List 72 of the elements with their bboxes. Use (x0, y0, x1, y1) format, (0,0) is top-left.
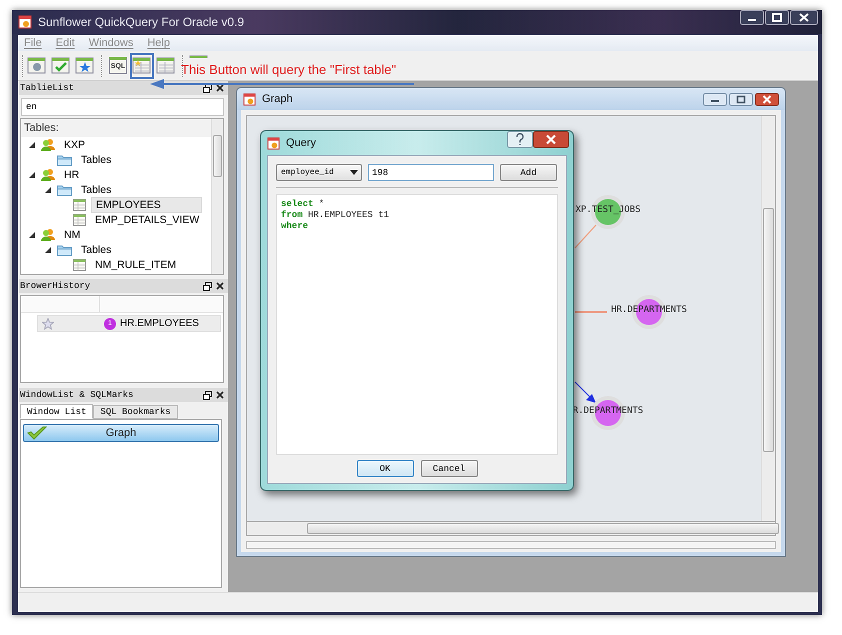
window-icon (27, 56, 47, 76)
expand-arrow-icon[interactable] (29, 232, 35, 238)
expand-arrow-icon[interactable] (45, 246, 51, 252)
window-icon (156, 56, 176, 76)
tree-item[interactable]: NM (60, 228, 84, 242)
float-icon[interactable] (203, 390, 212, 400)
tab[interactable]: SQL Bookmarks (93, 405, 178, 419)
window-list-item[interactable]: Graph (23, 424, 219, 442)
float-icon[interactable] (203, 84, 212, 92)
column-dropdown[interactable]: employee_id (276, 164, 362, 181)
folder-icon (57, 184, 72, 196)
dropdown-arrow-icon (350, 170, 358, 175)
annotation-text: This Button will query the "First table" (181, 62, 396, 77)
table-icon (73, 258, 86, 270)
close-icon[interactable] (216, 282, 224, 290)
app-icon (267, 136, 280, 150)
tree-item[interactable]: HR (60, 168, 84, 182)
ok-button[interactable]: OK (356, 460, 414, 477)
close-icon[interactable] (755, 92, 779, 106)
edge-line (575, 311, 607, 313)
check-icon (27, 426, 47, 440)
close-icon[interactable] (790, 10, 818, 25)
window-title: Graph (262, 93, 293, 105)
folder-icon (57, 154, 72, 166)
users-icon (41, 138, 55, 151)
close-icon[interactable] (216, 391, 224, 399)
close-icon[interactable] (216, 84, 224, 92)
folder-icon (57, 244, 72, 256)
tab[interactable]: Window List (20, 404, 94, 419)
tree-item[interactable]: EMP_DETAILS_VIEW (91, 212, 204, 226)
table-icon (73, 198, 86, 210)
expand-arrow-icon[interactable] (45, 186, 51, 192)
table-icon (73, 214, 86, 226)
sql-editor[interactable]: select* from HR.EMPLOYEES t1 where (276, 194, 558, 455)
users-icon (41, 168, 55, 181)
app-icon (18, 15, 32, 29)
edge-line (574, 224, 596, 248)
panel-title: TablieList (20, 83, 74, 93)
maximize-icon[interactable] (765, 10, 789, 25)
tree-item[interactable]: EMPLOYEES (91, 196, 202, 212)
restore-icon[interactable] (729, 92, 753, 106)
float-icon[interactable] (203, 282, 212, 290)
dialog-title: Query (286, 137, 316, 149)
star-icon (42, 318, 54, 330)
window-icon (75, 56, 95, 76)
minimize-icon[interactable] (740, 10, 764, 25)
panel-title: WindowList & SQLMarks (20, 390, 134, 400)
arrow (574, 382, 596, 403)
expand-arrow-icon[interactable] (29, 172, 35, 178)
window-icon (51, 56, 71, 76)
users-icon (41, 228, 55, 241)
tree-heading: Tables: (24, 122, 59, 134)
help-icon[interactable] (507, 131, 533, 148)
panel-title: BrowerHistory (20, 281, 90, 291)
toolbar-button[interactable] (130, 52, 154, 78)
add-button[interactable]: Add (500, 164, 557, 181)
cancel-button[interactable]: Cancel (420, 460, 478, 477)
window-title: Sunflower QuickQuery For Oracle v0.9 (38, 15, 244, 29)
tree-item[interactable]: Tables (77, 182, 116, 196)
close-icon[interactable] (533, 131, 569, 148)
app-icon (243, 92, 256, 106)
scrollbar[interactable] (246, 521, 776, 536)
tree-item[interactable]: KXP (60, 138, 90, 152)
history-item: HR.EMPLOYEES (120, 318, 199, 329)
minimize-icon[interactable] (703, 92, 727, 106)
tree-item[interactable]: NM_RULE_ITEM (91, 258, 180, 272)
window-icon (132, 56, 152, 76)
tree-item[interactable]: Tables (77, 152, 116, 166)
value-field[interactable]: 198 (368, 164, 494, 181)
expand-arrow-icon[interactable] (29, 142, 35, 148)
search-field[interactable]: en (21, 98, 224, 116)
tree-item[interactable]: Tables (77, 242, 116, 256)
